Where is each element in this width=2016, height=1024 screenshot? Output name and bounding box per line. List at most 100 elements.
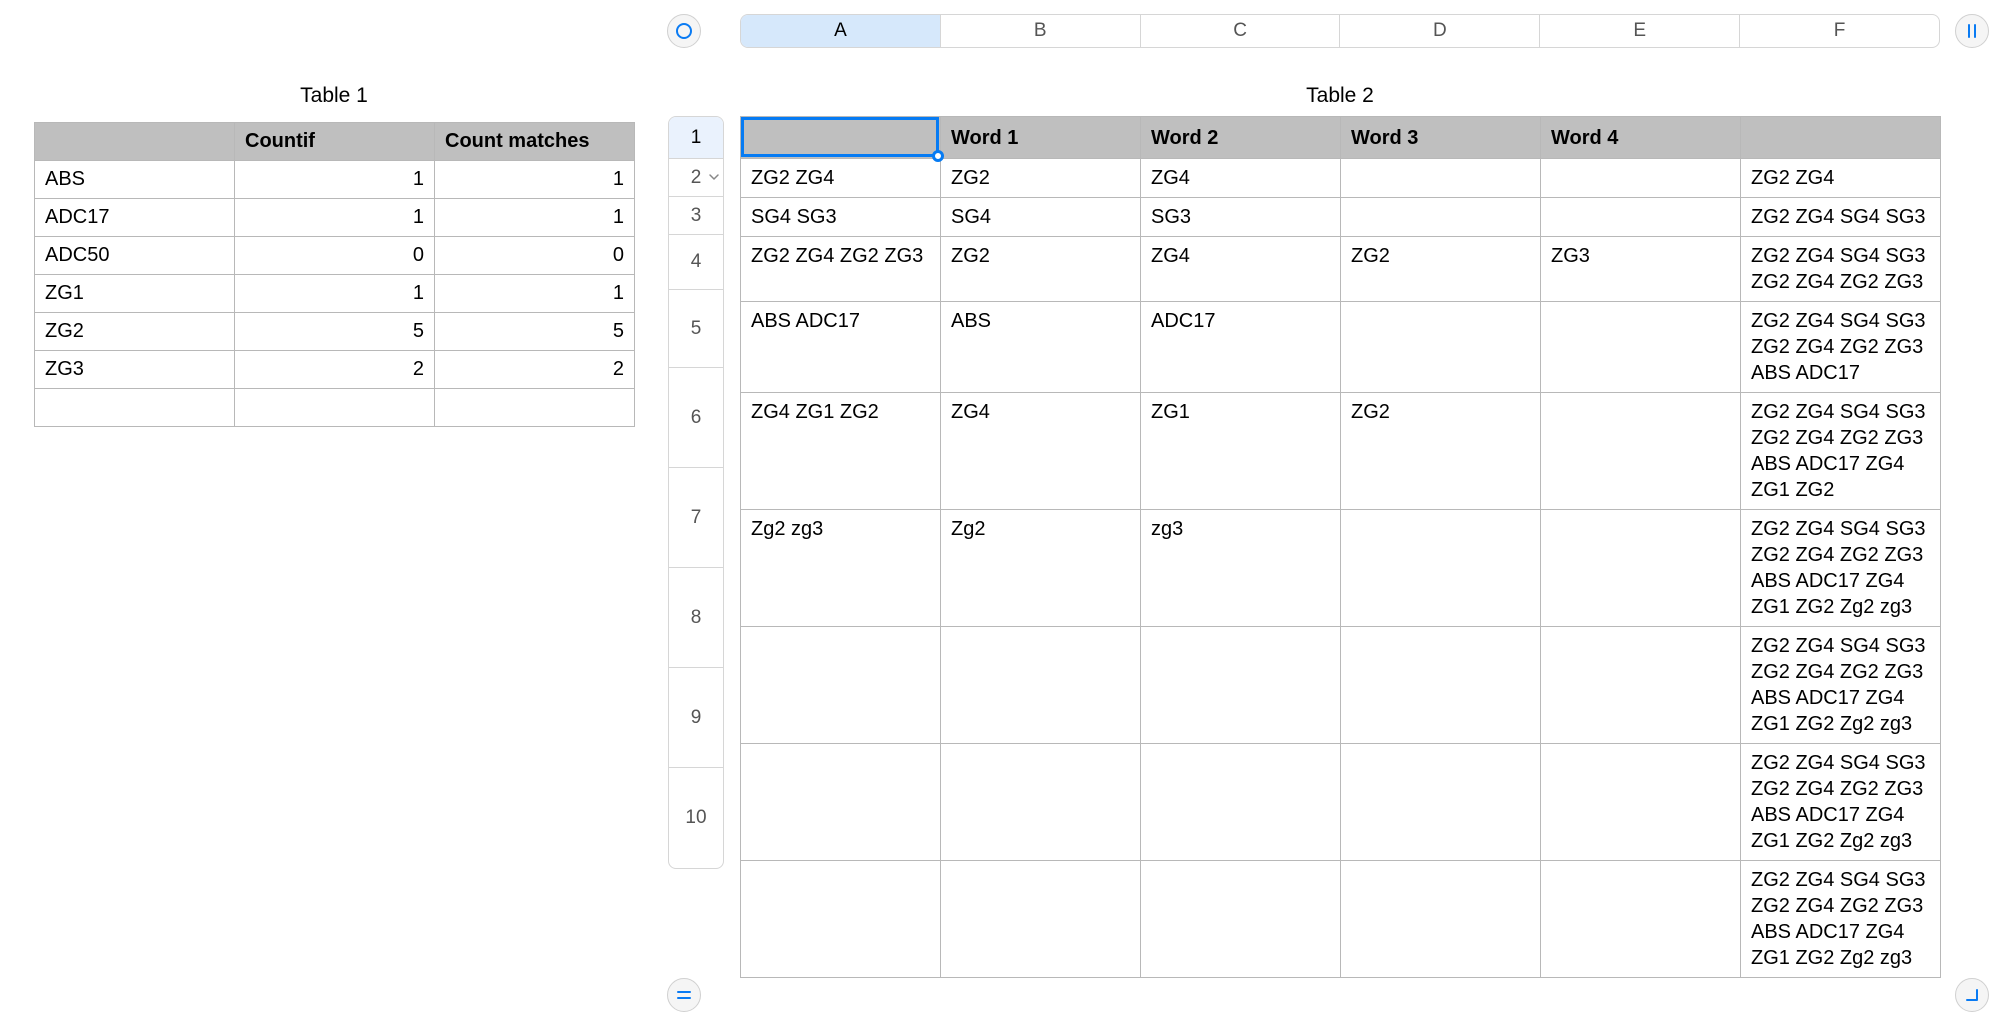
table2-cell[interactable]: ZG1 — [1141, 393, 1341, 510]
table1-cell-countmatches[interactable]: 1 — [435, 275, 635, 313]
row-header-6[interactable]: 6 — [669, 368, 723, 468]
table2-cell[interactable]: ZG2 — [1341, 237, 1541, 302]
column-header-D[interactable]: D — [1340, 15, 1540, 47]
table2-cell[interactable] — [1341, 627, 1541, 744]
table2-cell[interactable] — [1341, 302, 1541, 393]
table2-cell[interactable]: Zg2 — [941, 510, 1141, 627]
table1[interactable]: Countif Count matches ABS11ADC1711ADC500… — [34, 122, 635, 427]
table2-cell[interactable]: ZG2 ZG4 SG4 SG3 ZG2 ZG4 ZG2 ZG3 ABS ADC1… — [1741, 861, 1941, 978]
row-header-8[interactable]: 8 — [669, 568, 723, 668]
table2-row[interactable]: ZG2 ZG4 SG4 SG3 ZG2 ZG4 ZG2 ZG3 ABS ADC1… — [741, 861, 1941, 978]
table2-cell[interactable]: ZG2 ZG4 ZG2 ZG3 — [741, 237, 941, 302]
table2-cell[interactable] — [1341, 861, 1541, 978]
table1-cell-countif[interactable]: 1 — [235, 275, 435, 313]
row-header-10[interactable]: 10 — [669, 768, 723, 868]
chevron-down-icon[interactable] — [708, 167, 720, 189]
table1-cell-label[interactable]: ABS — [35, 161, 235, 199]
table1-cell-countmatches[interactable]: 2 — [435, 351, 635, 389]
column-header-A[interactable]: A — [741, 15, 941, 47]
table2-row[interactable]: ABS ADC17ABSADC17ZG2 ZG4 SG4 SG3 ZG2 ZG4… — [741, 302, 1941, 393]
table1-cell-label[interactable]: ADC17 — [35, 199, 235, 237]
row-header-5[interactable]: 5 — [669, 290, 723, 368]
table1-cell-countmatches[interactable]: 1 — [435, 199, 635, 237]
table2-cell[interactable]: ZG3 — [1541, 237, 1741, 302]
table-corner-select-all[interactable] — [667, 14, 701, 48]
table2-cell[interactable]: ZG2 — [941, 159, 1141, 198]
table2-cell[interactable]: ZG4 — [941, 393, 1141, 510]
resize-table-handle[interactable] — [1955, 978, 1989, 1012]
table2-row[interactable]: ZG2 ZG4ZG2ZG4ZG2 ZG4 — [741, 159, 1941, 198]
table1-row[interactable] — [35, 389, 635, 427]
table2-cell[interactable]: ZG4 — [1141, 237, 1341, 302]
table1-cell-countif[interactable]: 1 — [235, 199, 435, 237]
table2-row[interactable]: Zg2 zg3Zg2zg3 ZG2 ZG4 SG4 SG3 ZG2 ZG4 ZG2… — [741, 510, 1941, 627]
table2-cell[interactable] — [941, 744, 1141, 861]
table1-cell-countif[interactable]: 5 — [235, 313, 435, 351]
table2-cell[interactable] — [1341, 198, 1541, 237]
table2-cell[interactable] — [1541, 861, 1741, 978]
row-header-1[interactable]: 1 — [669, 117, 723, 159]
table2-cell[interactable]: ZG2 ZG4 — [1741, 159, 1941, 198]
table2-row[interactable]: ZG2 ZG4 ZG2 ZG3ZG2ZG4ZG2ZG3ZG2 ZG4 SG4 S… — [741, 237, 1941, 302]
table1-header-countmatches[interactable]: Count matches — [435, 123, 635, 161]
table2-row[interactable]: ZG4 ZG1 ZG2ZG4ZG1ZG2ZG2 ZG4 SG4 SG3 ZG2 … — [741, 393, 1941, 510]
table1-cell-countif[interactable]: 1 — [235, 161, 435, 199]
table2-cell[interactable]: ZG2 — [941, 237, 1141, 302]
table1-cell-label[interactable]: ADC50 — [35, 237, 235, 275]
table2-cell[interactable]: Zg2 zg3 — [741, 510, 941, 627]
table2-cell[interactable]: ZG4 — [1141, 159, 1341, 198]
table1-cell-label[interactable] — [35, 389, 235, 427]
table1-cell-label[interactable]: ZG2 — [35, 313, 235, 351]
table1-cell-countif[interactable]: 2 — [235, 351, 435, 389]
table2-cell[interactable]: ZG2 ZG4 SG4 SG3 ZG2 ZG4 ZG2 ZG3 — [1741, 237, 1941, 302]
table2-cell[interactable] — [741, 627, 941, 744]
table2-header-blank-5[interactable] — [1741, 117, 1941, 159]
table2-cell[interactable] — [1141, 627, 1341, 744]
table2-cell[interactable] — [1541, 744, 1741, 861]
table2-cell[interactable]: ABS — [941, 302, 1141, 393]
table1-header-row[interactable]: Countif Count matches — [35, 123, 635, 161]
row-header-2[interactable]: 2 — [669, 159, 723, 197]
table2-header-word-4[interactable]: Word 4 — [1541, 117, 1741, 159]
table1-header-blank[interactable] — [35, 123, 235, 161]
table2-row[interactable]: SG4 SG3SG4SG3ZG2 ZG4 SG4 SG3 — [741, 198, 1941, 237]
table2-cell[interactable] — [741, 861, 941, 978]
table2-cell[interactable] — [1341, 159, 1541, 198]
table1-cell-label[interactable]: ZG3 — [35, 351, 235, 389]
table1-row[interactable]: ABS11 — [35, 161, 635, 199]
table2-cell[interactable]: ZG2 ZG4 SG4 SG3 ZG2 ZG4 ZG2 ZG3 ABS ADC1… — [1741, 627, 1941, 744]
table1-cell-countmatches[interactable]: 0 — [435, 237, 635, 275]
column-header-B[interactable]: B — [941, 15, 1141, 47]
table2-cell[interactable]: zg3 — [1141, 510, 1341, 627]
column-header-F[interactable]: F — [1740, 15, 1939, 47]
table2-cell[interactable] — [1541, 510, 1741, 627]
table2-header-blank-0[interactable] — [741, 117, 941, 159]
table2-cell[interactable] — [1341, 744, 1541, 861]
table2-cell[interactable]: ZG4 ZG1 ZG2 — [741, 393, 941, 510]
table2-cell[interactable] — [1541, 198, 1741, 237]
add-column-button[interactable] — [1955, 14, 1989, 48]
table2-cell[interactable] — [1541, 159, 1741, 198]
table2-cell[interactable]: ZG2 ZG4 SG4 SG3 ZG2 ZG4 ZG2 ZG3 ABS ADC1… — [1741, 510, 1941, 627]
table1-row[interactable]: ZG322 — [35, 351, 635, 389]
row-header-3[interactable]: 3 — [669, 197, 723, 235]
table2-cell[interactable] — [1541, 393, 1741, 510]
add-row-button[interactable] — [667, 978, 701, 1012]
table2-cell[interactable]: ADC17 — [1141, 302, 1341, 393]
table2-row[interactable]: ZG2 ZG4 SG4 SG3 ZG2 ZG4 ZG2 ZG3 ABS ADC1… — [741, 627, 1941, 744]
table2[interactable]: Word 1Word 2Word 3Word 4 ZG2 ZG4ZG2ZG4ZG… — [740, 116, 1941, 978]
table1-row[interactable]: ADC5000 — [35, 237, 635, 275]
table2-cell[interactable]: ZG2 ZG4 SG4 SG3 ZG2 ZG4 ZG2 ZG3 ABS ADC1… — [1741, 744, 1941, 861]
table2-header-word-2[interactable]: Word 2 — [1141, 117, 1341, 159]
column-header-E[interactable]: E — [1540, 15, 1740, 47]
table1-cell-countmatches[interactable] — [435, 389, 635, 427]
table2-row[interactable]: ZG2 ZG4 SG4 SG3 ZG2 ZG4 ZG2 ZG3 ABS ADC1… — [741, 744, 1941, 861]
table2-cell[interactable]: ZG2 ZG4 SG4 SG3 — [1741, 198, 1941, 237]
table2-cell[interactable] — [1541, 302, 1741, 393]
table1-header-countif[interactable]: Countif — [235, 123, 435, 161]
table1-row[interactable]: ADC1711 — [35, 199, 635, 237]
table2-cell[interactable]: SG4 — [941, 198, 1141, 237]
table1-cell-countif[interactable]: 0 — [235, 237, 435, 275]
row-header-4[interactable]: 4 — [669, 235, 723, 290]
table2-cell[interactable]: ZG2 ZG4 SG4 SG3 ZG2 ZG4 ZG2 ZG3 ABS ADC1… — [1741, 302, 1941, 393]
